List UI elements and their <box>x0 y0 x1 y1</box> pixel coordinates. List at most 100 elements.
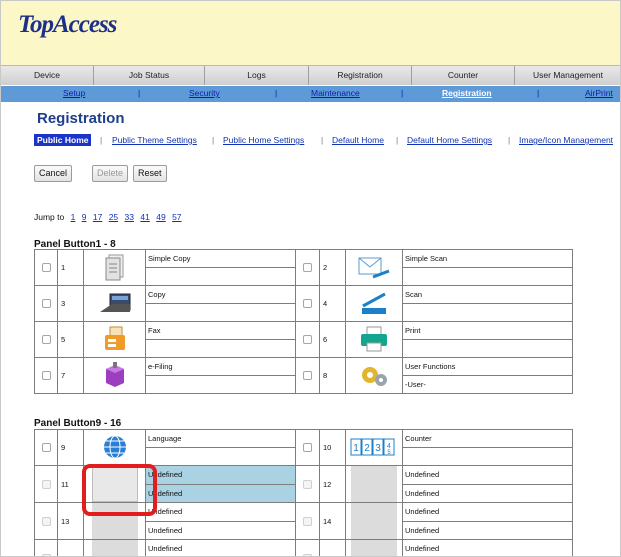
button-label[interactable]: Undefined <box>145 465 296 485</box>
tab-registration[interactable]: Registration <box>309 66 412 85</box>
checkbox-cell[interactable] <box>295 285 320 322</box>
button-label[interactable]: Undefined <box>402 539 573 556</box>
subtab-default-home-settings[interactable]: Default Home Settings <box>407 135 492 145</box>
empty-icon-slot[interactable] <box>351 466 397 502</box>
button-label[interactable]: Language <box>145 429 296 448</box>
delete-button[interactable]: Delete <box>92 165 129 182</box>
scan-icon[interactable] <box>345 285 403 322</box>
checkbox-cell[interactable] <box>34 502 58 540</box>
jump-link-57[interactable]: 57 <box>172 212 181 222</box>
checkbox-cell[interactable] <box>295 321 320 358</box>
button-label[interactable]: Undefined <box>402 502 573 522</box>
empty-icon-slot[interactable] <box>351 540 397 556</box>
button-sublabel[interactable]: -User- <box>402 375 573 394</box>
subtab-public-theme-settings[interactable]: Public Theme Settings <box>112 135 197 145</box>
checkbox[interactable] <box>41 299 51 309</box>
button-sublabel[interactable] <box>145 447 296 466</box>
checkbox-cell[interactable] <box>34 285 58 322</box>
button-sublabel[interactable]: Undefined <box>145 483 296 503</box>
checkbox[interactable] <box>303 335 312 345</box>
checkbox[interactable] <box>303 263 312 273</box>
checkbox-cell[interactable] <box>34 249 58 286</box>
button-label[interactable]: Undefined <box>145 502 296 522</box>
button-sublabel[interactable] <box>145 375 296 394</box>
checkbox-cell[interactable] <box>295 429 320 466</box>
e-filing-icon[interactable] <box>83 357 146 394</box>
button-label[interactable]: Counter <box>402 429 573 448</box>
jump-link-9[interactable]: 9 <box>82 212 87 222</box>
button-label[interactable]: e-Filing <box>145 357 296 376</box>
checkbox[interactable] <box>303 443 312 453</box>
subnav-airprint[interactable]: AirPrint <box>585 88 613 98</box>
subtab-image-icon-management[interactable]: Image/Icon Management <box>519 135 613 145</box>
print-icon[interactable] <box>345 321 403 358</box>
empty-icon-slot[interactable] <box>351 503 397 539</box>
jump-link-49[interactable]: 49 <box>156 212 165 222</box>
checkbox-cell[interactable] <box>295 357 320 394</box>
reset-button[interactable]: Reset <box>133 165 167 182</box>
checkbox[interactable] <box>303 479 312 489</box>
checkbox[interactable] <box>303 299 312 309</box>
subtab-default-home[interactable]: Default Home <box>332 135 384 145</box>
checkbox[interactable] <box>41 371 51 381</box>
blank-tile[interactable] <box>83 539 146 556</box>
subnav-maintenance[interactable]: Maintenance <box>311 88 360 98</box>
checkbox-cell[interactable] <box>34 429 58 466</box>
checkbox[interactable] <box>41 263 51 273</box>
counter-icon[interactable]: 12345 <box>345 429 403 466</box>
empty-icon-slot[interactable] <box>91 540 138 556</box>
button-label[interactable]: Undefined <box>145 539 296 556</box>
checkbox[interactable] <box>303 516 312 526</box>
user-functions-icon[interactable] <box>345 357 403 394</box>
jump-link-33[interactable]: 33 <box>125 212 134 222</box>
fax-icon[interactable] <box>83 321 146 358</box>
checkbox-cell[interactable] <box>34 357 58 394</box>
cancel-button[interactable]: Cancel <box>34 165 73 182</box>
subtab-public-home-settings[interactable]: Public Home Settings <box>223 135 304 145</box>
button-label[interactable]: Simple Copy <box>145 249 296 268</box>
subnav-security[interactable]: Security <box>189 88 220 98</box>
button-label[interactable]: Fax <box>145 321 296 340</box>
simple-scan-icon[interactable] <box>345 249 403 286</box>
button-sublabel[interactable]: Undefined <box>402 483 573 503</box>
checkbox[interactable] <box>41 335 51 345</box>
tab-user-management[interactable]: User Management <box>515 66 620 85</box>
button-sublabel[interactable]: Undefined <box>402 520 573 540</box>
button-label[interactable]: Undefined <box>402 465 573 485</box>
jump-link-41[interactable]: 41 <box>140 212 149 222</box>
button-sublabel[interactable] <box>145 267 296 286</box>
subnav-setup[interactable]: Setup <box>63 88 85 98</box>
jump-link-17[interactable]: 17 <box>93 212 102 222</box>
checkbox[interactable] <box>41 516 51 526</box>
button-label[interactable]: Print <box>402 321 573 340</box>
copy-icon[interactable] <box>83 285 146 322</box>
button-label[interactable]: Copy <box>145 285 296 304</box>
button-sublabel[interactable] <box>145 303 296 322</box>
jump-link-25[interactable]: 25 <box>109 212 118 222</box>
checkbox[interactable] <box>41 443 51 453</box>
button-sublabel[interactable] <box>402 447 573 466</box>
button-sublabel[interactable] <box>402 267 573 286</box>
checkbox-cell[interactable] <box>295 465 320 503</box>
simple-copy-icon[interactable] <box>83 249 146 286</box>
button-sublabel[interactable] <box>402 303 573 322</box>
button-label[interactable]: Simple Scan <box>402 249 573 268</box>
checkbox[interactable] <box>303 371 312 381</box>
subnav-registration[interactable]: Registration <box>442 88 492 98</box>
blank-tile[interactable] <box>345 539 403 556</box>
checkbox[interactable] <box>41 479 51 489</box>
button-sublabel[interactable]: Undefined <box>145 520 296 540</box>
checkbox-cell[interactable] <box>295 502 320 540</box>
tab-job-status[interactable]: Job Status <box>94 66 205 85</box>
jump-link-1[interactable]: 1 <box>71 212 76 222</box>
checkbox-cell[interactable] <box>34 539 58 556</box>
tab-device[interactable]: Device <box>1 66 94 85</box>
subtab-public-home[interactable]: Public Home <box>34 134 92 146</box>
button-sublabel[interactable] <box>145 339 296 358</box>
blank-tile[interactable] <box>345 465 403 503</box>
checkbox-cell[interactable] <box>295 249 320 286</box>
checkbox-cell[interactable] <box>34 321 58 358</box>
tab-logs[interactable]: Logs <box>205 66 309 85</box>
button-label[interactable]: User Functions <box>402 357 573 376</box>
button-label[interactable]: Scan <box>402 285 573 304</box>
